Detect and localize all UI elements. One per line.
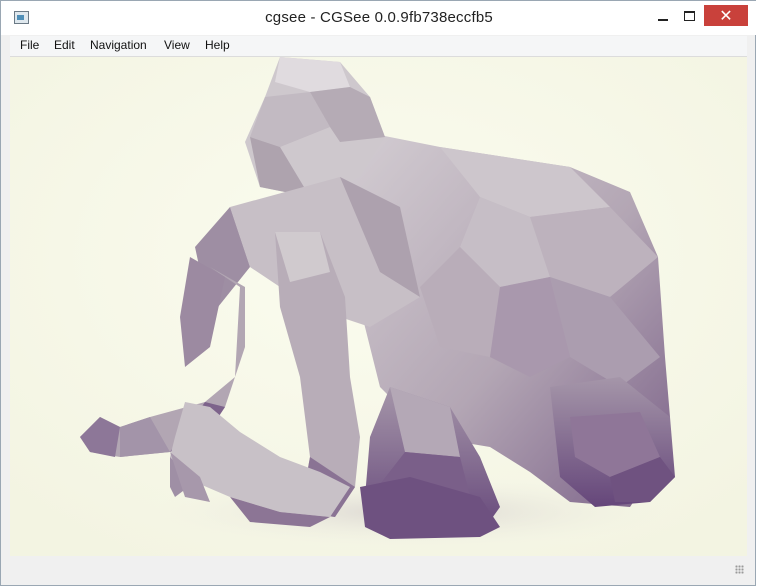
- close-icon: ✕: [719, 6, 733, 25]
- menu-bar: File Edit Navigation View Help: [10, 36, 747, 57]
- close-button[interactable]: ✕: [704, 5, 748, 26]
- menu-navigation[interactable]: Navigation: [90, 38, 147, 52]
- menu-help[interactable]: Help: [205, 38, 230, 52]
- mammoth-model: [10, 57, 747, 556]
- maximize-button[interactable]: [676, 5, 703, 25]
- window-title: cgsee - CGSee 0.0.9fb738eccfb5: [265, 9, 493, 26]
- resize-grip-icon[interactable]: [735, 565, 744, 574]
- menu-edit[interactable]: Edit: [54, 38, 75, 52]
- status-bar: [10, 557, 747, 577]
- app-window: cgsee - CGSee 0.0.9fb738eccfb5 ✕ File Ed…: [0, 0, 757, 586]
- menu-view[interactable]: View: [164, 38, 190, 52]
- menu-file[interactable]: File: [20, 38, 39, 52]
- title-bar[interactable]: cgsee - CGSee 0.0.9fb738eccfb5 ✕: [1, 1, 757, 35]
- minimize-button[interactable]: [649, 5, 676, 25]
- render-viewport[interactable]: [10, 57, 747, 556]
